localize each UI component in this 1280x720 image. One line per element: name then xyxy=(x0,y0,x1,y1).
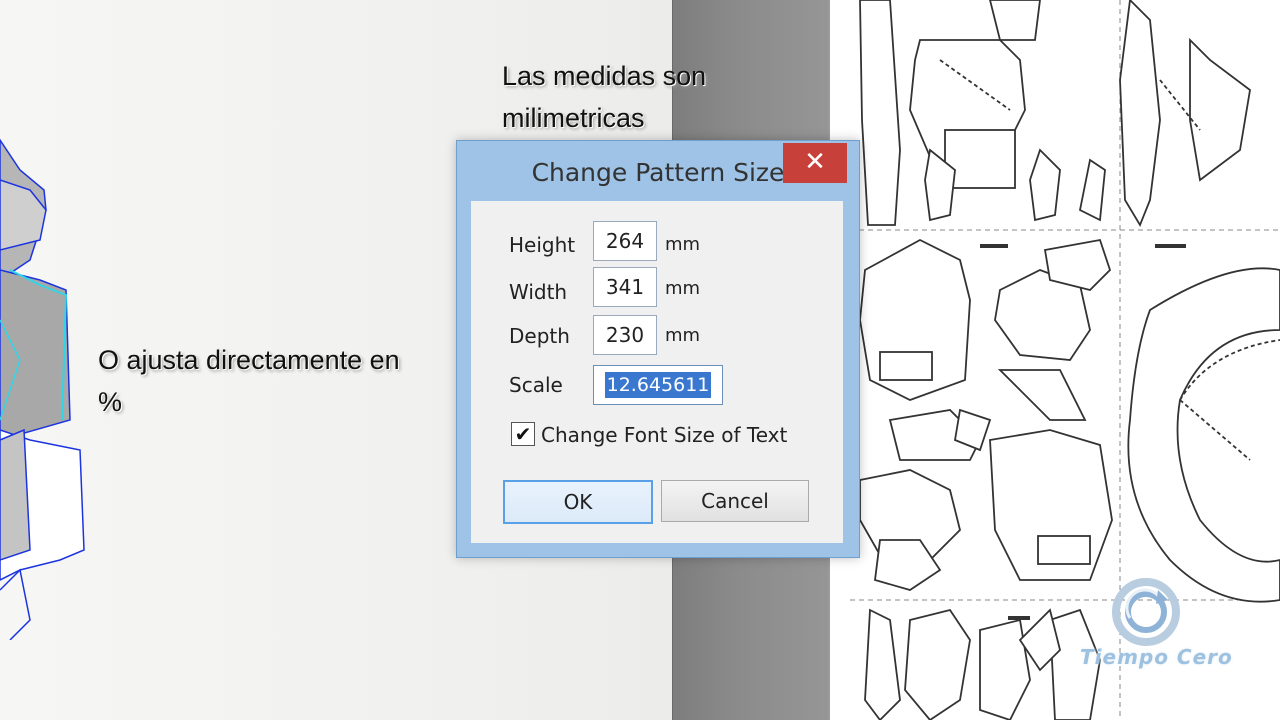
logo-text: Tiempo Cero xyxy=(1080,645,1233,669)
caption-measurements-note: Las medidas son milimetricas xyxy=(502,61,707,133)
caption-percent-note: O ajusta directamente en % xyxy=(98,345,400,417)
height-label: Height xyxy=(509,233,576,257)
scale-label: Scale xyxy=(509,373,563,397)
cancel-button[interactable]: Cancel xyxy=(661,480,809,522)
width-unit: mm xyxy=(665,278,701,299)
change-font-size-label[interactable]: Change Font Size of Text xyxy=(541,423,787,447)
pattern-parts xyxy=(850,0,1280,720)
width-label: Width xyxy=(509,280,568,304)
pattern-sheet[interactable] xyxy=(850,0,1280,720)
height-unit: mm xyxy=(665,234,701,255)
depth-input[interactable]: 230 xyxy=(593,315,657,355)
change-pattern-size-dialog: Change Pattern Size ✕ Height 264 mm Widt… xyxy=(456,140,860,558)
scale-value-selected: 12.645611 xyxy=(604,372,712,398)
dialog-body: Height 264 mm Width 341 mm Depth 230 mm … xyxy=(471,201,843,543)
height-input[interactable]: 264 xyxy=(593,221,657,261)
close-button[interactable]: ✕ xyxy=(783,143,847,183)
change-font-size-checkbox[interactable]: ✔ xyxy=(511,422,535,446)
3d-model-wireframe xyxy=(0,138,85,640)
width-input[interactable]: 341 xyxy=(593,267,657,307)
ok-button[interactable]: OK xyxy=(503,480,653,524)
depth-unit: mm xyxy=(665,325,701,346)
depth-label: Depth xyxy=(509,324,570,348)
scale-input[interactable]: 12.645611 xyxy=(593,365,723,405)
